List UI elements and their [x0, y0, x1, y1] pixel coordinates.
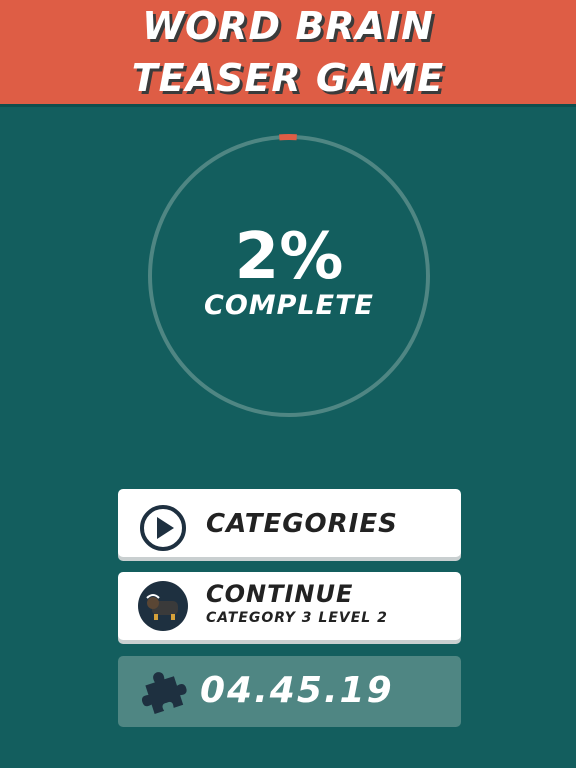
- bison-avatar-icon: [138, 581, 188, 631]
- continue-label: CONTINUE: [206, 580, 354, 608]
- play-circle-icon: [140, 505, 186, 551]
- categories-button[interactable]: CATEGORIES: [118, 489, 461, 557]
- puzzle-piece-icon: [141, 672, 187, 715]
- title-line-2: TEASER GAME: [131, 56, 445, 100]
- title-banner: WORD BRAIN TEASER GAME: [0, 0, 576, 104]
- timer-value: 04.45.19: [200, 670, 394, 711]
- progress-label: COMPLETE: [204, 290, 374, 321]
- progress-percent: 2%: [234, 220, 344, 294]
- categories-label: CATEGORIES: [206, 509, 398, 539]
- continue-button[interactable]: CONTINUE CATEGORY 3 LEVEL 2: [118, 572, 461, 640]
- continue-sublabel: CATEGORY 3 LEVEL 2: [206, 610, 388, 626]
- timer-panel: 04.45.19: [118, 656, 461, 727]
- title-line-1: WORD BRAIN: [142, 4, 434, 48]
